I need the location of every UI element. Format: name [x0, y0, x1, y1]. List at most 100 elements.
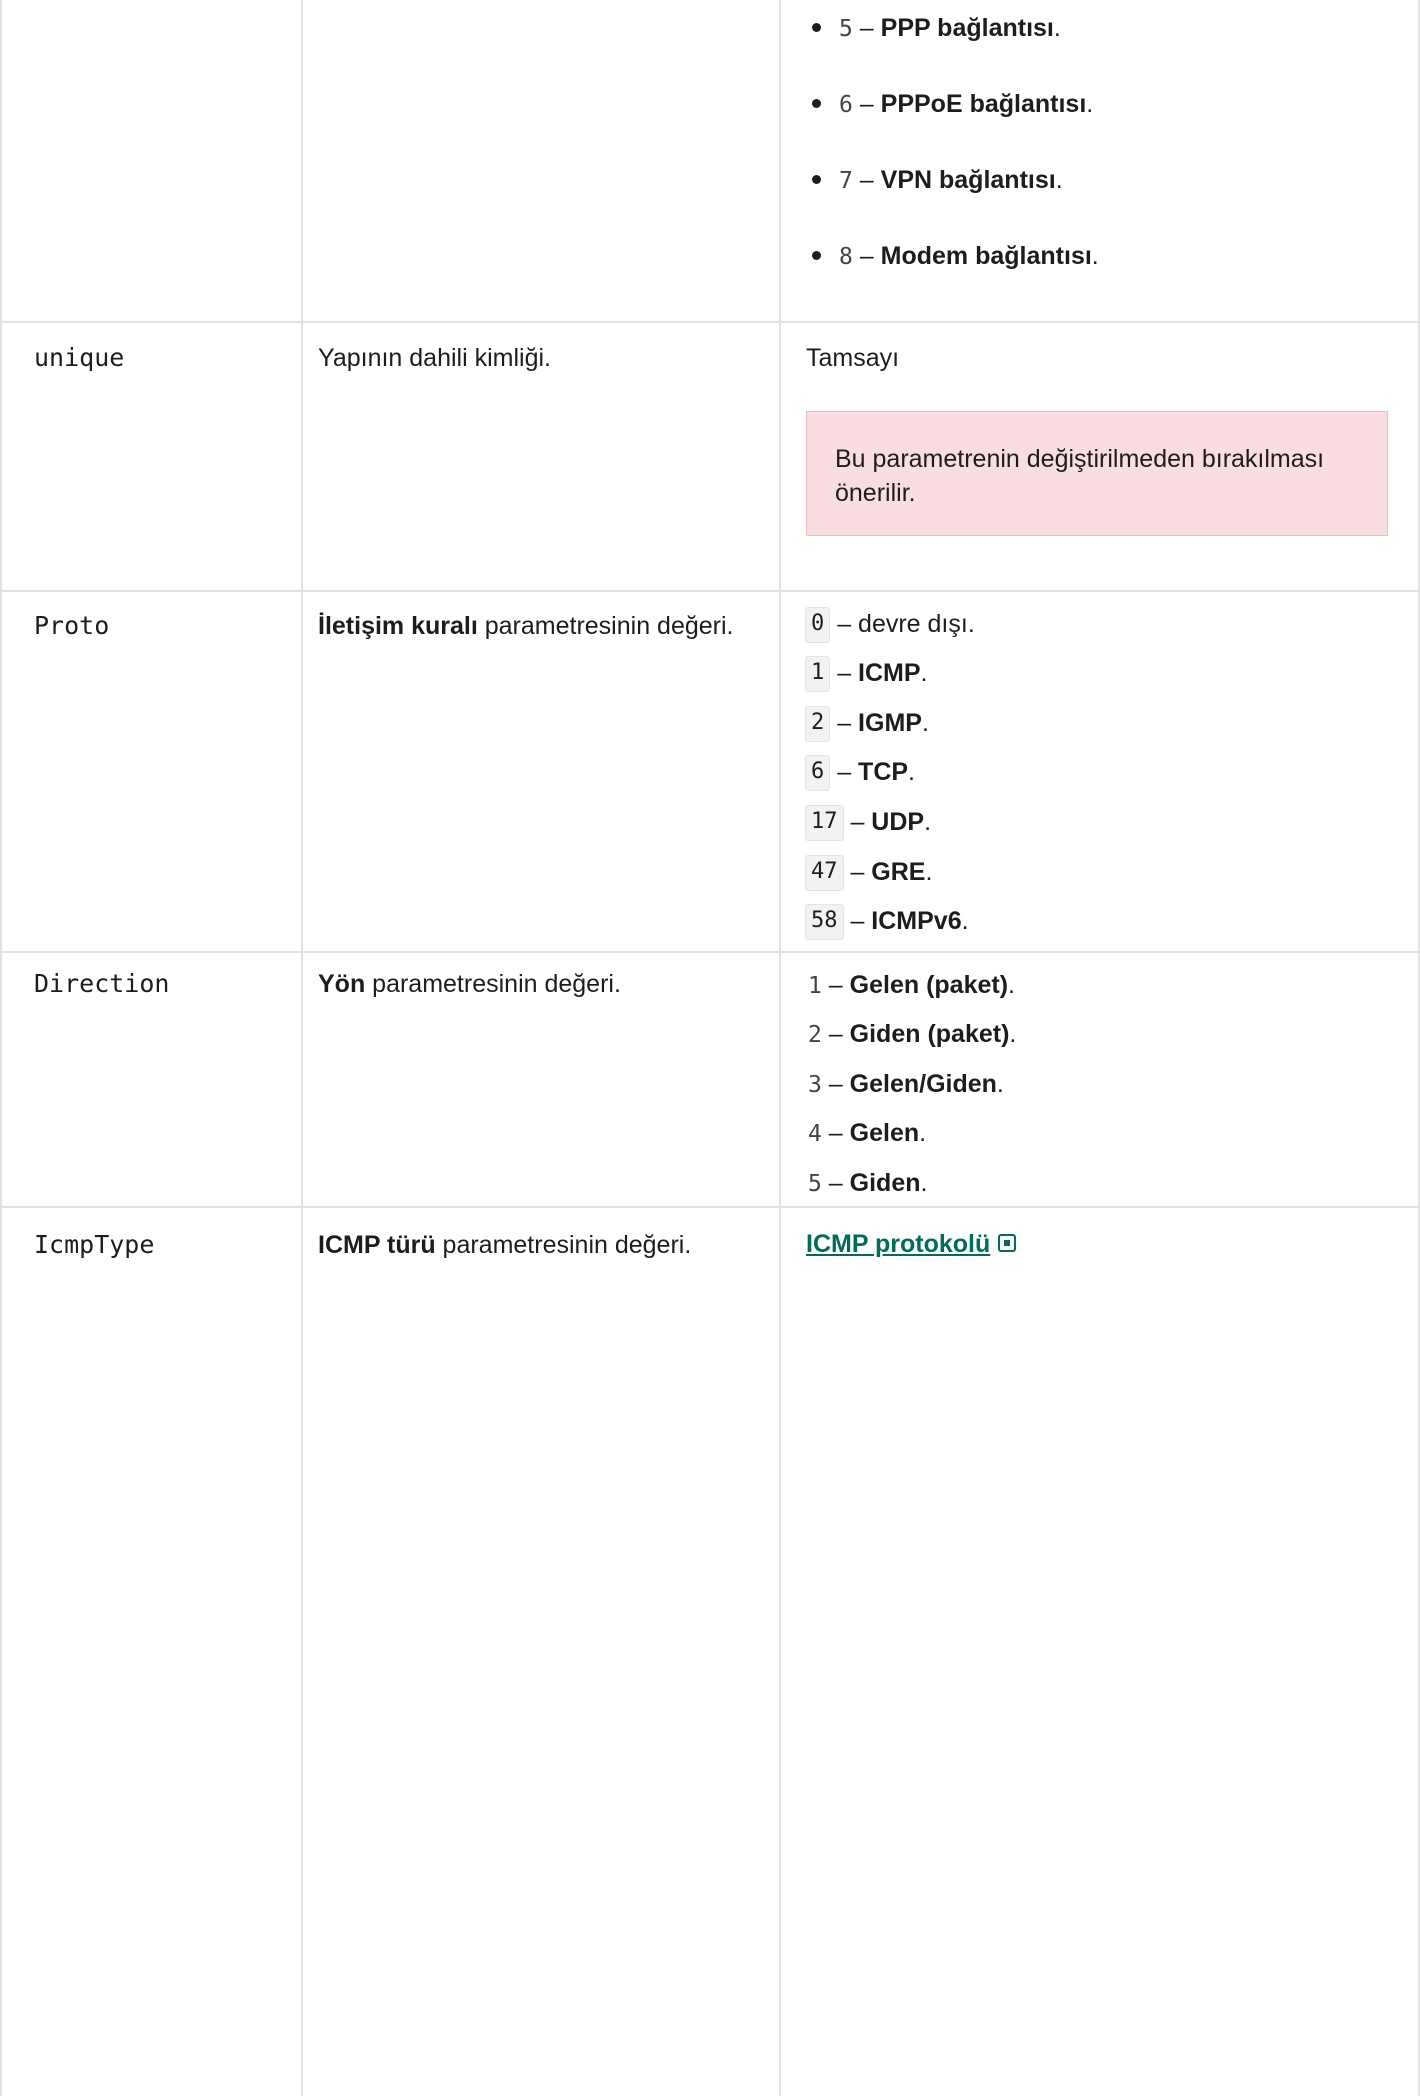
- list-item-dash: –: [852, 242, 881, 270]
- param-name-direction: Direction: [34, 969, 170, 998]
- value-code: 58: [805, 904, 844, 941]
- list-item-label: VPN bağlantısı: [880, 166, 1056, 194]
- list-item-dash: –: [852, 166, 881, 194]
- param-description-text: parametresinin değeri.: [477, 612, 734, 640]
- row-divider: [0, 321, 1420, 323]
- value-dash: –: [830, 659, 859, 687]
- param-description-unique: Yapının dahili kimliği.: [318, 344, 551, 372]
- param-description-icmptype: ICMP türü parametresinin değeri.: [318, 1228, 691, 1262]
- value-label: TCP: [858, 758, 909, 786]
- value-code: 2: [805, 706, 831, 743]
- list-item-dash: –: [852, 90, 881, 118]
- value-row: 17 – UDP.: [805, 802, 931, 842]
- value-code: 17: [805, 805, 844, 842]
- value-row: 5 – Giden.: [808, 1163, 927, 1203]
- value-dash: –: [830, 610, 859, 638]
- value-dash: –: [830, 709, 859, 737]
- value-row: 1 – Gelen (paket).: [808, 965, 1015, 1005]
- value-row: 47 – GRE.: [805, 852, 932, 892]
- row-divider: [0, 590, 1420, 592]
- value-label: UDP: [871, 808, 925, 836]
- value-label: Gelen/Giden: [849, 1070, 997, 1098]
- value-dash: –: [821, 1119, 850, 1147]
- param-description-text: parametresinin değeri.: [435, 1231, 692, 1259]
- bullet-icon: [812, 174, 821, 184]
- value-dash: –: [821, 1070, 850, 1098]
- value-code: 6: [805, 755, 831, 792]
- value-number: 2: [808, 1022, 822, 1048]
- value-row: 3 – Gelen/Giden.: [808, 1064, 1004, 1104]
- value-label: Gelen (paket): [849, 971, 1009, 999]
- external-link-icon[interactable]: [998, 1234, 1017, 1253]
- value-row: 4 – Gelen.: [808, 1113, 926, 1153]
- value-row: 58 – ICMPv6.: [805, 901, 969, 941]
- value-dash: –: [821, 1020, 850, 1048]
- value-dash: –: [843, 907, 872, 935]
- list-item-number: 6: [839, 92, 853, 118]
- bullet-icon: [812, 250, 821, 260]
- list-item-dash: –: [852, 14, 881, 42]
- param-description-proto: İletişim kuralı parametresinin değeri.: [318, 609, 734, 643]
- value-tail: .: [921, 709, 929, 737]
- value-tail: .: [920, 1169, 928, 1197]
- param-description-direction: Yön parametresinin değeri.: [318, 967, 621, 1001]
- value-tail: .: [919, 1119, 927, 1147]
- bullet-icon: [812, 22, 821, 32]
- value-tail: .: [908, 758, 915, 786]
- value-label: GRE: [871, 858, 926, 886]
- value-dash: –: [821, 971, 850, 999]
- value-row: 6 – TCP.: [805, 752, 915, 792]
- warning-text: Bu parametrenin değiştirilmeden bırakılm…: [835, 445, 1325, 507]
- value-tail: .: [1008, 971, 1015, 999]
- list-item-tail: .: [1086, 90, 1094, 118]
- value-label: IGMP: [858, 709, 922, 737]
- param-name-icmptype: IcmpType: [34, 1230, 155, 1259]
- list-item: 5 – PPP bağlantısı.: [812, 11, 1061, 45]
- bullet-icon: [812, 98, 821, 108]
- value-tail: .: [967, 610, 975, 638]
- value-dash: –: [821, 1169, 850, 1197]
- value-code: 47: [805, 855, 844, 892]
- list-item-number: 5: [839, 16, 853, 42]
- icmp-protocol-link-wrap: ICMP protokolü: [806, 1230, 1017, 1259]
- value-label: Gelen: [849, 1119, 920, 1147]
- list-item-label: PPPoE bağlantısı: [880, 90, 1087, 118]
- list-item-tail: .: [1091, 242, 1099, 270]
- list-item: 6 – PPPoE bağlantısı.: [812, 87, 1093, 121]
- value-tail: .: [924, 808, 932, 836]
- list-item-label: Modem bağlantısı: [880, 242, 1092, 270]
- value-label: devre dışı: [858, 610, 968, 638]
- param-ui-name: İletişim kuralı: [318, 612, 478, 640]
- list-item: 8 – Modem bağlantısı.: [812, 239, 1099, 273]
- value-row: 1 – ICMP.: [805, 653, 928, 693]
- row-divider: [0, 951, 1420, 953]
- param-name-unique: unique: [34, 343, 125, 372]
- value-row: 0 – devre dışı.: [805, 604, 975, 644]
- list-item: 7 – VPN bağlantısı.: [812, 163, 1063, 197]
- param-type-unique: Tamsayı: [806, 344, 900, 372]
- value-label: Giden: [849, 1169, 921, 1197]
- column-divider-1: [301, 0, 303, 2096]
- icmp-protocol-link[interactable]: ICMP protokolü: [806, 1230, 990, 1258]
- value-number: 4: [808, 1121, 822, 1147]
- value-label: Giden (paket): [849, 1020, 1010, 1048]
- row-divider: [0, 1206, 1420, 1208]
- list-item-tail: .: [1053, 14, 1061, 42]
- list-item-label: PPP bağlantısı: [880, 14, 1054, 42]
- param-ui-name: ICMP türü: [318, 1231, 436, 1259]
- value-number: 1: [808, 973, 822, 999]
- list-item-number: 8: [839, 244, 853, 270]
- value-tail: .: [961, 907, 969, 935]
- value-number: 5: [808, 1171, 822, 1197]
- param-name-proto: Proto: [34, 611, 110, 640]
- column-divider-2: [779, 0, 781, 2096]
- value-dash: –: [843, 808, 872, 836]
- value-tail: .: [920, 659, 928, 687]
- value-code: 0: [805, 607, 831, 644]
- param-ui-name: Yön: [318, 970, 366, 998]
- value-tail: .: [925, 858, 933, 886]
- warning-callout: Bu parametrenin değiştirilmeden bırakılm…: [806, 411, 1388, 536]
- value-row: 2 – Giden (paket).: [808, 1014, 1016, 1054]
- list-item-tail: .: [1055, 166, 1063, 194]
- value-tail: .: [1009, 1020, 1017, 1048]
